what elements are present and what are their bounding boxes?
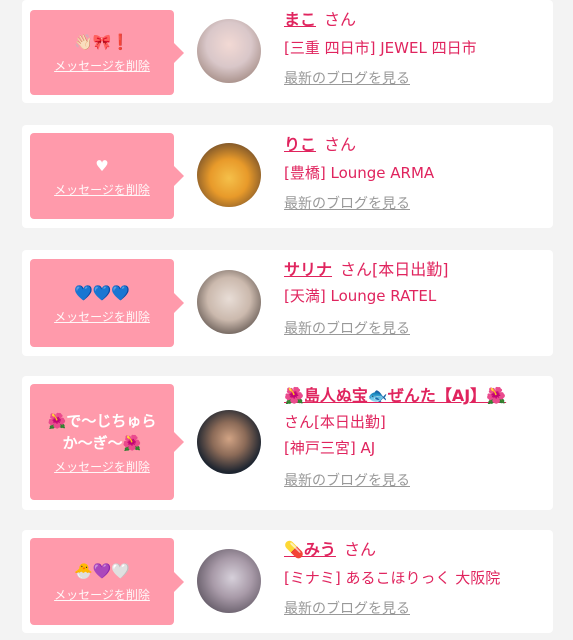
name-line: サリナ さん[本日出勤] <box>284 258 543 282</box>
shop-label: [豊橋] Lounge ARMA <box>284 164 435 182</box>
sender-name-link[interactable]: りこ <box>284 135 316 154</box>
name-line: りこ さん <box>284 133 543 157</box>
shop-label: [神戸三宮] AJ <box>284 439 376 457</box>
message-text: 👋🏻🎀❗ <box>73 33 131 51</box>
latest-blog-link[interactable]: 最新のブログを見る <box>284 318 543 340</box>
name-line: 🌺島人ぬ宝🐟ぜんた【AJ】🌺 <box>284 384 543 408</box>
name-line: 💊みう さん <box>284 538 543 562</box>
sender-info: 💊みう さん [ミナミ] あるこほりっく 大阪院 最新のブログを見る <box>284 538 543 620</box>
name-suffix: さん[本日出勤] <box>340 260 449 279</box>
avatar[interactable] <box>197 19 261 83</box>
delete-message-link[interactable]: メッセージを削除 <box>54 586 150 603</box>
name-suffix: さん[本日出勤] <box>284 413 386 431</box>
sender-name-link[interactable]: まこ <box>284 10 316 29</box>
message-card: ♥ メッセージを削除 りこ さん [豊橋] Lounge ARMA 最新のブログを… <box>22 125 553 228</box>
latest-blog-link[interactable]: 最新のブログを見る <box>284 470 543 492</box>
message-card: 🐣💜🤍 メッセージを削除 💊みう さん [ミナミ] あるこほりっく 大阪院 最新の… <box>22 530 553 633</box>
sender-info: 🌺島人ぬ宝🐟ぜんた【AJ】🌺 さん[本日出勤] [神戸三宮] AJ 最新のブログ… <box>284 384 543 492</box>
avatar[interactable] <box>197 410 261 474</box>
delete-message-link[interactable]: メッセージを削除 <box>54 57 150 74</box>
message-bubble: 🌺で〜じちゅら か〜ぎ〜🌺 メッセージを削除 <box>30 384 184 500</box>
message-text: 🐣💜🤍 <box>73 562 131 580</box>
name-suffix: さん <box>343 540 376 559</box>
message-bubble: 💙💙💙 メッセージを削除 <box>30 259 184 347</box>
avatar[interactable] <box>197 143 261 207</box>
name-line: まこ さん <box>284 8 543 32</box>
message-card: 💙💙💙 メッセージを削除 サリナ さん[本日出勤] [天満] Lounge RAT… <box>22 250 553 356</box>
avatar[interactable] <box>197 270 261 334</box>
avatar[interactable] <box>197 549 261 613</box>
message-text: ♥ <box>95 156 109 175</box>
sender-name-link[interactable]: 🌺島人ぬ宝🐟ぜんた【AJ】🌺 <box>284 386 506 405</box>
message-card: 🌺で〜じちゅら か〜ぎ〜🌺 メッセージを削除 🌺島人ぬ宝🐟ぜんた【AJ】🌺 さん… <box>22 376 553 510</box>
message-bubble: 🐣💜🤍 メッセージを削除 <box>30 538 184 625</box>
message-card: 👋🏻🎀❗ メッセージを削除 まこ さん [三重 四日市] JEWEL 四日市 最新… <box>22 0 553 103</box>
sender-name-link[interactable]: サリナ <box>284 260 332 279</box>
name-suffix: さん <box>324 10 357 29</box>
delete-message-link[interactable]: メッセージを削除 <box>54 308 150 325</box>
shop-label: [三重 四日市] JEWEL 四日市 <box>284 39 477 57</box>
sender-info: まこ さん [三重 四日市] JEWEL 四日市 最新のブログを見る <box>284 8 543 90</box>
delete-message-link[interactable]: メッセージを削除 <box>54 181 150 198</box>
shop-label: [ミナミ] あるこほりっく 大阪院 <box>284 569 501 587</box>
message-text: 🌺で〜じちゅら か〜ぎ〜🌺 <box>47 411 157 452</box>
latest-blog-link[interactable]: 最新のブログを見る <box>284 598 543 620</box>
message-bubble: 👋🏻🎀❗ メッセージを削除 <box>30 10 184 95</box>
name-suffix: さん <box>324 135 357 154</box>
message-bubble: ♥ メッセージを削除 <box>30 133 184 219</box>
latest-blog-link[interactable]: 最新のブログを見る <box>284 68 543 90</box>
message-text: 💙💙💙 <box>73 283 131 302</box>
shop-label: [天満] Lounge RATEL <box>284 287 437 305</box>
sender-name-link[interactable]: 💊みう <box>284 540 336 559</box>
latest-blog-link[interactable]: 最新のブログを見る <box>284 193 543 215</box>
delete-message-link[interactable]: メッセージを削除 <box>54 458 150 475</box>
sender-info: サリナ さん[本日出勤] [天満] Lounge RATEL 最新のブログを見る <box>284 258 543 340</box>
sender-info: りこ さん [豊橋] Lounge ARMA 最新のブログを見る <box>284 133 543 215</box>
